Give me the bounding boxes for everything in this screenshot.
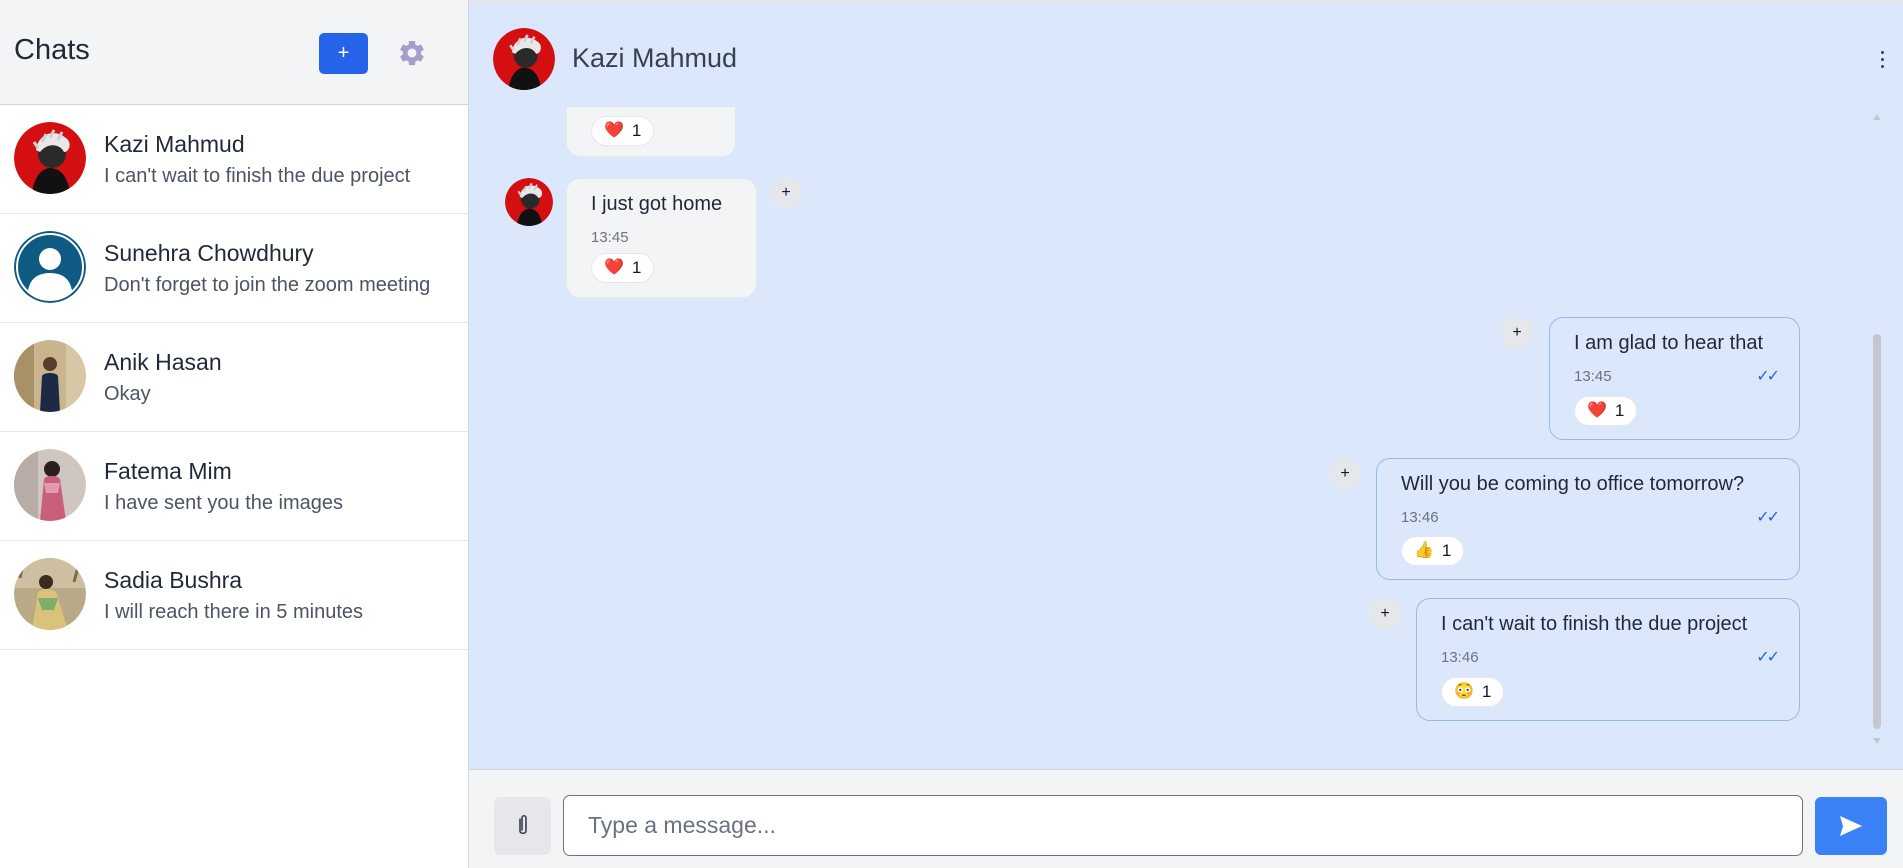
- reaction-chip[interactable]: ❤️ 1: [591, 253, 655, 283]
- message-input[interactable]: [563, 795, 1803, 856]
- chat-item-sunehra-chowdhury[interactable]: Sunehra Chowdhury Don't forget to join t…: [0, 214, 468, 323]
- message-time: 13:46: [1441, 649, 1479, 666]
- chat-name: Sunehra Chowdhury: [104, 240, 314, 266]
- message-time: 13:46: [1401, 509, 1439, 526]
- read-receipt-icon: ✓✓: [1756, 509, 1780, 526]
- chat-name: Sadia Bushra: [104, 567, 243, 593]
- chat-list: Kazi Mahmud I can't wait to finish the d…: [0, 105, 468, 650]
- kebab-menu-icon: [1880, 50, 1884, 54]
- heart-emoji-icon: ❤️: [1587, 402, 1607, 419]
- avatar: [14, 231, 86, 303]
- thumbs-up-emoji-icon: 👍: [1414, 542, 1434, 559]
- scroll-up-arrow-icon[interactable]: [1873, 114, 1881, 120]
- kebab-dot: [1880, 64, 1884, 68]
- gear-icon: [400, 40, 424, 66]
- heart-emoji-icon: ❤️: [604, 259, 624, 276]
- chat-name: Kazi Mahmud: [104, 131, 245, 157]
- send-icon: [1840, 816, 1862, 836]
- chat-preview: I will reach there in 5 minutes: [104, 601, 364, 623]
- contact-name: Kazi Mahmud: [572, 43, 738, 73]
- kebab-dot: [1880, 57, 1884, 61]
- avatar: [14, 558, 86, 630]
- avatar: [14, 449, 86, 521]
- avatar: [14, 122, 86, 194]
- message-time: 13:45: [1574, 368, 1612, 385]
- heart-emoji-icon: ❤️: [604, 122, 624, 139]
- reaction-chip[interactable]: ❤️ 1: [591, 116, 655, 146]
- send-button[interactable]: [1815, 797, 1887, 855]
- conversation-header: Kazi Mahmud: [469, 0, 1903, 107]
- message-bubble: I am glad to hear that 13:45 ✓✓ ❤️ 1: [1549, 317, 1800, 440]
- scrollbar-thumb[interactable]: [1873, 334, 1881, 729]
- chat-preview: Don't forget to join the zoom meeting: [104, 274, 431, 296]
- reaction-chip[interactable]: ❤️ 1: [1574, 396, 1638, 426]
- message-text: I just got home: [591, 193, 723, 215]
- message-text: I am glad to hear that: [1574, 332, 1764, 354]
- chat-preview: I can't wait to finish the due project: [104, 165, 411, 187]
- reaction-count: 1: [1614, 401, 1625, 420]
- contact-avatar[interactable]: [493, 28, 555, 90]
- reaction-count: 1: [631, 258, 642, 277]
- sidebar-header: Chats +: [0, 0, 468, 105]
- message-scrollbar[interactable]: [1873, 112, 1883, 744]
- sidebar-title: Chats: [14, 34, 90, 66]
- chat-item-fatema-mim[interactable]: Fatema Mim I have sent you the images: [0, 432, 468, 541]
- sidebar: Chats + Kazi Mahmud I can't wait to fini…: [0, 0, 469, 868]
- new-chat-button[interactable]: +: [319, 33, 368, 74]
- reaction-count: 1: [1481, 682, 1492, 701]
- message-list: ❤️ 1 I just got home 13:45 ❤️ 1 + + I am…: [469, 107, 1903, 769]
- chat-item-anik-hasan[interactable]: Anik Hasan Okay: [0, 323, 468, 432]
- reaction-chip[interactable]: 😳 1: [1441, 677, 1505, 707]
- reaction-count: 1: [631, 121, 642, 140]
- reaction-chip[interactable]: 👍 1: [1401, 536, 1465, 566]
- add-reaction-button[interactable]: +: [1329, 458, 1361, 490]
- avatar: [14, 340, 86, 412]
- message-bubble: I can't wait to finish the due project 1…: [1416, 598, 1800, 721]
- paperclip-icon: [518, 814, 527, 835]
- message-text: I can't wait to finish the due project: [1441, 613, 1748, 635]
- add-reaction-button[interactable]: +: [770, 177, 802, 209]
- conversation-panel: Kazi Mahmud ❤️ 1 I just got home 13:45 ❤…: [469, 0, 1903, 868]
- read-receipt-icon: ✓✓: [1756, 649, 1780, 666]
- chat-preview: I have sent you the images: [104, 492, 344, 514]
- scroll-down-arrow-icon[interactable]: [1873, 738, 1881, 744]
- chat-preview: Okay: [104, 383, 151, 405]
- message-bubble: I just got home 13:45 ❤️ 1: [566, 178, 757, 298]
- sender-avatar: [505, 178, 553, 226]
- reaction-count: 1: [1441, 541, 1452, 560]
- add-reaction-button[interactable]: +: [1369, 598, 1401, 630]
- more-options-button[interactable]: [1874, 45, 1890, 73]
- chat-name: Anik Hasan: [104, 349, 222, 375]
- default-user-icon: [14, 231, 86, 303]
- message-time: 13:45: [591, 229, 629, 246]
- message-bubble: ❤️ 1: [566, 107, 736, 157]
- chat-item-sadia-bushra[interactable]: Sadia Bushra I will reach there in 5 min…: [0, 541, 468, 650]
- attach-button[interactable]: [494, 797, 551, 855]
- message-text: Will you be coming to office tomorrow?: [1401, 473, 1745, 495]
- flushed-face-emoji-icon: 😳: [1454, 683, 1474, 700]
- read-receipt-icon: ✓✓: [1756, 368, 1780, 385]
- chat-name: Fatema Mim: [104, 458, 232, 484]
- add-reaction-button[interactable]: +: [1501, 317, 1533, 349]
- settings-button[interactable]: [394, 35, 430, 71]
- message-composer: [469, 769, 1903, 868]
- message-bubble: Will you be coming to office tomorrow? 1…: [1376, 458, 1800, 580]
- chat-item-kazi-mahmud[interactable]: Kazi Mahmud I can't wait to finish the d…: [0, 105, 468, 214]
